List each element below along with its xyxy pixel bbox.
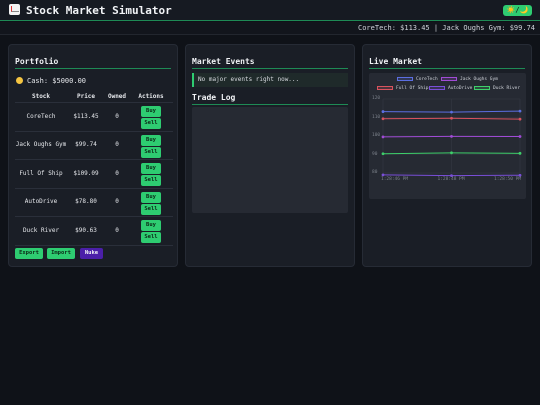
data-point [381, 117, 385, 121]
top-bar: Stock Market Simulator ☀️/🌙 [0, 0, 540, 21]
buy-button[interactable]: Buy [141, 191, 161, 203]
trade-log-title: Trade Log [192, 93, 236, 102]
app-title: Stock Market Simulator [9, 4, 172, 17]
column-header-stock: Stock [31, 93, 51, 100]
live-market-title: Live Market [369, 57, 422, 66]
table-row: Jack Oughs Gym $99.74 0 Buy Sell [15, 132, 173, 160]
stock-price: $109.09 [73, 169, 99, 177]
y-tick-label: 80 [372, 170, 378, 175]
stock-owned: 0 [115, 169, 119, 177]
stock-name: Duck River [22, 226, 60, 234]
x-tick-label: 1:28:46 PM [381, 177, 409, 182]
table-header: Stock Price Owned Actions [15, 93, 173, 103]
y-tick-label: 90 [372, 151, 378, 157]
column-header-actions: Actions [138, 93, 164, 100]
chart-logo-icon [9, 4, 20, 15]
live-market-chart: CoreTech Jack Oughs Gym Full Of Ship AutoDr… [369, 73, 526, 199]
sell-button[interactable]: Sell [141, 203, 161, 215]
table-row: AutoDrive $78.80 0 Buy Sell [15, 189, 173, 217]
export-button[interactable]: Export [15, 248, 43, 259]
stock-price: $90.63 [75, 226, 97, 234]
buy-button[interactable]: Buy [141, 163, 161, 174]
buy-button[interactable]: Buy [141, 106, 161, 117]
stock-name: Jack Oughs Gym [15, 141, 67, 149]
sell-button[interactable]: Sell [141, 118, 161, 129]
cash-balance: Cash: $5000.00 [16, 77, 86, 85]
table-row: Duck River $90.63 0 Buy Sell [15, 217, 173, 246]
theme-toggle-button[interactable]: ☀️/🌙 [503, 5, 532, 16]
stock-price: $113.45 [73, 112, 99, 120]
stock-price: $78.80 [75, 198, 97, 206]
trade-log[interactable] [192, 107, 348, 213]
buy-button[interactable]: Buy [141, 220, 161, 231]
market-events-title: Market Events [192, 57, 255, 66]
table-row: Full Of Ship $109.09 0 Buy Sell [15, 160, 173, 189]
data-point [518, 117, 522, 121]
y-tick-label: 110 [372, 114, 381, 120]
divider [15, 68, 171, 69]
column-header-owned: Owned [107, 93, 127, 100]
data-point [450, 110, 453, 114]
divider [369, 68, 525, 69]
stock-name: CoreTech [26, 112, 56, 120]
stock-name: Full Of Ship [19, 169, 63, 177]
sell-button[interactable]: Sell [141, 175, 161, 186]
portfolio-table: Stock Price Owned Actions CoreTech $113.… [15, 93, 173, 246]
data-point [381, 110, 385, 113]
import-button[interactable]: Import [47, 248, 75, 259]
data-point [381, 152, 385, 156]
sell-button[interactable]: Sell [141, 232, 161, 243]
money-bag-icon [16, 77, 23, 84]
stock-owned: 0 [115, 226, 119, 234]
portfolio-title: Portfolio [15, 57, 59, 66]
y-tick-label: 100 [372, 133, 381, 138]
column-header-price: Price [76, 93, 96, 100]
divider [192, 68, 348, 69]
data-point [518, 151, 522, 155]
data-point [450, 151, 453, 155]
stock-owned: 0 [115, 198, 119, 206]
data-point [381, 173, 385, 177]
price-ticker: CoreTech: $113.45 | Jack Oughs Gym: $99.… [0, 22, 540, 35]
data-point [450, 116, 453, 120]
y-tick-label: 120 [372, 96, 381, 101]
data-point [518, 109, 522, 113]
x-tick-label: 1:28:50 PM [494, 177, 522, 182]
stock-owned: 0 [115, 141, 119, 149]
stock-owned: 0 [115, 112, 119, 120]
data-point [450, 134, 453, 138]
portfolio-card: Portfolio Cash: $5000.00 Stock Price Own… [8, 44, 178, 267]
event-message: No major events right now... [192, 73, 348, 87]
stock-price: $99.74 [75, 141, 97, 149]
stock-name: AutoDrive [24, 198, 58, 206]
divider [192, 104, 348, 105]
live-market-card: Live Market CoreTech Jack Oughs Gym Full O… [362, 44, 532, 267]
market-events-card: Market Events No major events right now.… [185, 44, 355, 267]
buy-button[interactable]: Buy [141, 134, 161, 146]
x-tick-label: 1:28:48 PM [437, 177, 465, 182]
table-row: CoreTech $113.45 0 Buy Sell [15, 103, 173, 132]
data-point [518, 135, 522, 138]
ticker-text: CoreTech: $113.45 | Jack Oughs Gym: $99.… [358, 24, 540, 32]
data-point [381, 135, 385, 139]
sell-button[interactable]: Sell [141, 146, 161, 158]
nuke-button[interactable]: Nuke [80, 248, 103, 259]
